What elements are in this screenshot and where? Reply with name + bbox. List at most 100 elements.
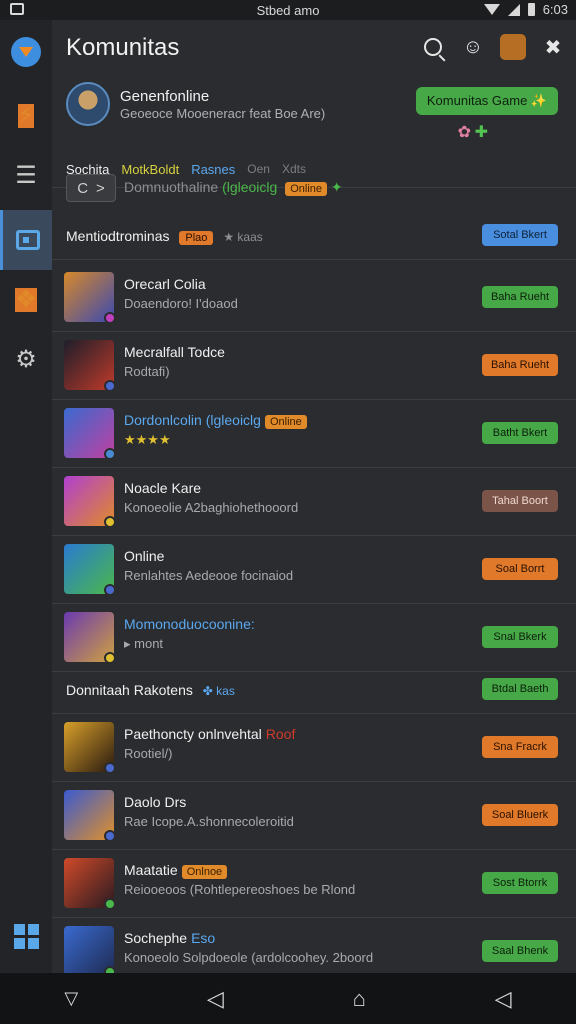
list-item[interactable]: Noacle Kare Konoeolie A2baghiohethooord Ta… — [52, 468, 576, 536]
item-title-suffix: Eso — [191, 930, 216, 946]
home-nav-icon[interactable]: ⌂ — [353, 986, 366, 1012]
section-action-button[interactable]: Sotal Bkert — [482, 224, 558, 246]
sim-icon — [10, 3, 24, 15]
item-action-button[interactable]: Baha Rueht — [482, 354, 558, 376]
gamepad-icon: ☰ — [15, 162, 37, 189]
item-title: Momonoduocoonine: — [124, 616, 255, 632]
game-thumbnail — [64, 476, 116, 528]
profile-avatar[interactable] — [66, 82, 110, 126]
item-subtitle: Konoeolo Solpdoeole (ardolcoohey. 2boord — [124, 950, 374, 965]
menu-nav-icon[interactable]: ▽ — [64, 988, 78, 1009]
item-title: Sochephe Eso — [124, 930, 215, 946]
sidebar-item-apps[interactable] — [0, 906, 52, 966]
list-item[interactable]: Orecarl Colia Doaendoro! I'doaod Baha Rueh… — [52, 264, 576, 332]
item-action-button[interactable]: Batht Bkert — [482, 422, 558, 444]
item-title-text: Daolo Drs — [124, 794, 187, 810]
status-dot-icon — [104, 762, 116, 774]
sidebar-item-games[interactable]: ☰ — [0, 146, 52, 206]
item-action-button[interactable]: Snal Bkerk — [482, 626, 558, 648]
item-title-text: Noacle Kare — [124, 480, 202, 496]
close-icon: ✖ — [544, 36, 562, 59]
item-title: Orecarl Colia — [124, 276, 206, 292]
item-title: Mecralfall Todce — [124, 344, 225, 360]
game-thumbnail — [64, 858, 116, 910]
list-item[interactable]: Sochephe Eso Konoeolo Solpdoeole (ardolcoo… — [52, 918, 576, 973]
sidebar-item-boost[interactable]: ⚡ — [0, 86, 52, 146]
search-green-text: (lgleoiclg — [222, 179, 278, 195]
avatar-button[interactable] — [500, 34, 526, 60]
status-dot-icon — [104, 380, 116, 392]
header-actions: ☺ ✖ — [420, 34, 566, 60]
item-title-text: Maatatie — [124, 862, 178, 878]
section-meta-text: kaas — [237, 230, 263, 244]
screen-icon — [15, 230, 40, 250]
item-title-text: Orecarl Colia — [124, 276, 206, 292]
sidebar-item-settings[interactable]: ⚙ — [0, 330, 52, 390]
profile-button[interactable]: ☺ — [460, 34, 486, 60]
signal-icon — [507, 3, 520, 16]
status-time: 6:03 — [542, 2, 568, 17]
item-title-text: Dordonlcolin (lgleoiclg — [124, 412, 261, 428]
list-item[interactable]: Paethoncty onlnvehtal Roof Rootiel/) Sna Fr… — [52, 714, 576, 782]
search-button[interactable] — [420, 34, 446, 60]
close-button[interactable]: ✖ — [540, 34, 566, 60]
game-thumbnail — [64, 790, 116, 842]
user-icon: ☺ — [462, 35, 484, 58]
game-thumbnail — [64, 722, 116, 774]
item-subtitle: Rootiel/) — [124, 746, 173, 761]
refresh-icon[interactable]: C — [77, 180, 88, 197]
section-title: Donnitaah Rakotens ✤ kas — [66, 682, 235, 698]
item-action-button[interactable]: Soal Borrt — [482, 558, 558, 580]
status-dot-icon — [104, 966, 116, 973]
sidebar-item-tools[interactable]: ❖ — [0, 270, 52, 330]
wifi-icon — [483, 4, 500, 15]
item-action-button[interactable]: Sna Fracrk — [482, 736, 558, 758]
item-subtitle: Reiooeoos (Rohtlepereoshoes be Rlond — [124, 882, 356, 897]
item-action-button[interactable]: Saal Bhenk — [482, 940, 558, 962]
item-subtitle: Renlahtes Aedeooe focinaiod — [124, 568, 294, 583]
battery-icon — [527, 3, 535, 16]
list-item[interactable]: Online Renlahtes Aedeooe focinaiod Soal Bo… — [52, 536, 576, 604]
item-title: Paethoncty onlnvehtal Roof — [124, 726, 295, 742]
puzzle-small-icon: ✦ — [330, 179, 343, 195]
sidebar-item-home[interactable] — [0, 22, 52, 82]
sidebar-item-community[interactable] — [0, 210, 52, 270]
item-title: Noacle Kare — [124, 480, 201, 496]
list-item[interactable]: Maatatie Onlnoe Reiooeoos (Rohtlepereoshoe… — [52, 850, 576, 918]
plus-icon[interactable]: ✚ — [475, 122, 488, 142]
section-tag: Plao — [179, 231, 214, 245]
online-badge: Online — [285, 182, 327, 196]
item-title-text: Online — [124, 548, 165, 564]
item-action-button[interactable]: Soal Bluerk — [482, 804, 558, 826]
profile-name: Genenfonline — [120, 88, 210, 105]
status-bar: Stbed amo 6:03 — [0, 0, 576, 20]
section-action-button[interactable]: Btdal Baeth — [482, 678, 558, 700]
section-meta-text: kas — [216, 684, 235, 698]
game-thumbnail — [64, 544, 116, 596]
game-thumbnail — [64, 408, 116, 460]
status-dot-icon — [104, 652, 116, 664]
list-item[interactable]: Daolo Drs Rae Icope.A.shonnecoleroitid Soa… — [52, 782, 576, 850]
community-game-button[interactable]: Komunitas Game ✨ — [416, 87, 558, 115]
item-action-button[interactable]: Tahal Boort — [482, 490, 558, 512]
recent-nav-icon[interactable]: ◁ — [495, 986, 512, 1012]
item-subtitle: Doaendoro! I'doaod — [124, 296, 238, 311]
list-item[interactable]: Dordonlcolin (lgleoiclg Online ★★★★ Batht B… — [52, 400, 576, 468]
profile-subtitle: Geoeoce Mooeneracr feat Boe Are) — [120, 106, 326, 121]
online-badge: Online — [264, 415, 307, 429]
section-meta: ★ kaas — [223, 230, 263, 244]
item-action-button[interactable]: Baha Rueht — [482, 286, 558, 308]
list-item[interactable]: Momonoduocoonine: ▸ mont Snal Bkerk — [52, 604, 576, 672]
section-title-text: Donnitaah Rakotens — [66, 682, 193, 698]
item-title-text: Paethoncty onlnvehtal — [124, 726, 262, 742]
forward-icon[interactable]: > — [96, 180, 105, 197]
search-status: Domnuothaline (lgleoiclg Online ✦ — [124, 179, 343, 196]
search-icon — [424, 38, 442, 56]
sidebar: ⚡ ☰ ❖ ⚙ — [0, 20, 52, 973]
navigation-buttons[interactable]: C > — [66, 174, 116, 202]
list-item[interactable]: Mecralfall Todce Rodtafi) Baha Rueht — [52, 332, 576, 400]
back-nav-icon[interactable]: ◁ — [207, 986, 224, 1012]
online-badge: Onlnoe — [181, 865, 228, 879]
flower-icon[interactable]: ✿ — [458, 122, 471, 142]
item-action-button[interactable]: Sost Btorrk — [482, 872, 558, 894]
